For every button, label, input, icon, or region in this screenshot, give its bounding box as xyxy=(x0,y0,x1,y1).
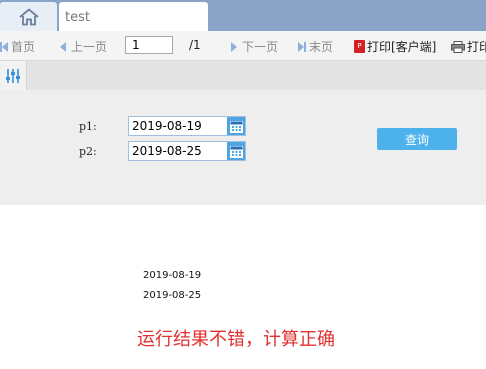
print-label: 打印 xyxy=(467,40,486,54)
page-number-input[interactable] xyxy=(125,36,173,54)
tab-test-label: test xyxy=(65,10,90,25)
prev-page-label: 上一页 xyxy=(71,40,108,54)
print-button[interactable]: 打印 xyxy=(451,38,486,55)
param-panel-header xyxy=(0,61,486,90)
param-toggle-button[interactable] xyxy=(0,61,27,90)
print-client-label: 打印[客户端] xyxy=(367,40,437,54)
query-button[interactable]: 查询 xyxy=(377,128,457,150)
next-page-label: 下一页 xyxy=(242,40,279,54)
print-client-button[interactable]: P 打印[客户端] xyxy=(354,38,436,55)
next-page-icon xyxy=(231,41,237,52)
report-value-p1: 2019-08-19 xyxy=(143,270,202,281)
calendar-icon xyxy=(229,145,243,158)
p2-date-field xyxy=(128,141,246,161)
print-client-icon: P xyxy=(354,40,365,53)
p1-date-input[interactable] xyxy=(129,117,230,135)
p1-calendar-button[interactable] xyxy=(227,117,245,135)
home-icon xyxy=(18,7,39,25)
printer-icon xyxy=(451,40,465,53)
prev-page-icon xyxy=(60,41,66,52)
p2-calendar-button[interactable] xyxy=(227,142,245,160)
first-page-label: 首页 xyxy=(11,40,36,54)
report-toolbar: 首页 上一页 /1 下一页 末页 P 打印[客户端] 打印 xyxy=(0,31,486,61)
sliders-icon xyxy=(6,68,20,83)
p1-label: p1: xyxy=(79,120,97,133)
report-value-p2: 2019-08-25 xyxy=(143,290,202,301)
last-page-label: 末页 xyxy=(309,40,334,54)
page-total: /1 xyxy=(189,38,201,52)
prev-page-button[interactable]: 上一页 xyxy=(60,38,107,55)
tab-test[interactable]: test xyxy=(59,2,208,31)
home-tab[interactable] xyxy=(0,2,57,31)
last-page-button[interactable]: 末页 xyxy=(298,38,333,55)
p2-date-input[interactable] xyxy=(129,142,230,160)
p1-date-field xyxy=(128,116,246,136)
p2-label: p2: xyxy=(79,145,97,158)
next-page-button[interactable]: 下一页 xyxy=(231,38,278,55)
result-message: 运行结果不错，计算正确 xyxy=(137,329,335,350)
first-page-button[interactable]: 首页 xyxy=(0,38,35,55)
calendar-icon xyxy=(229,120,243,133)
tab-bar: test xyxy=(0,0,486,31)
